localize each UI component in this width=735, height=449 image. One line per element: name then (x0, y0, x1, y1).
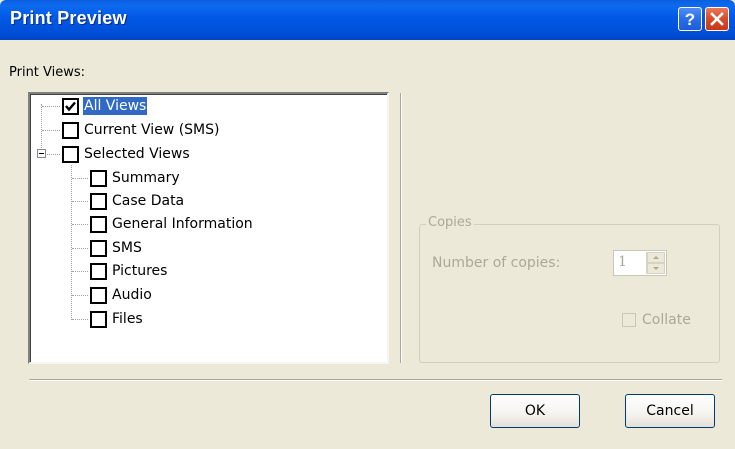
help-button[interactable]: ? (678, 7, 702, 31)
tree-item-pictures[interactable]: Pictures (90, 261, 168, 281)
checkbox-icon[interactable] (62, 121, 79, 139)
checkbox-icon[interactable] (90, 192, 107, 210)
copies-group-title: Copies (426, 215, 474, 230)
tree-item-files[interactable]: Files (90, 309, 144, 329)
tree-item-all-views[interactable]: All Views (62, 96, 148, 116)
tree-item-case-data[interactable]: Case Data (90, 191, 185, 211)
tree-item-current-view[interactable]: Current View (SMS) (62, 120, 220, 140)
checkbox-icon[interactable] (90, 239, 107, 257)
tree-item-audio[interactable]: Audio (90, 285, 153, 305)
checkbox-icon[interactable] (62, 145, 79, 163)
tree-line (72, 224, 88, 225)
checkbox-checked-icon[interactable] (62, 97, 79, 115)
tree-line (72, 178, 88, 179)
print-preview-dialog: Print Preview ? Print Views: All Views C… (0, 0, 735, 449)
copies-spinner[interactable]: 1 (613, 250, 667, 276)
checkbox-icon[interactable] (90, 215, 107, 233)
copies-group (419, 224, 720, 363)
collapse-toggle-icon[interactable] (37, 149, 46, 158)
window-title: Print Preview (10, 8, 127, 28)
tree-item-label: Audio (112, 287, 152, 303)
tree-line (72, 319, 88, 320)
checkbox-icon[interactable] (90, 262, 107, 280)
tree-item-label: Selected Views (84, 146, 190, 162)
tree-item-general-information[interactable]: General Information (90, 214, 254, 234)
checkbox-icon[interactable] (90, 310, 107, 328)
close-button[interactable] (705, 7, 729, 31)
collate-label: Collate (642, 312, 691, 328)
tree-item-label: SMS (112, 240, 142, 256)
checkbox-icon[interactable] (622, 313, 636, 327)
tree-item-label: Case Data (112, 193, 185, 209)
vertical-divider (400, 93, 402, 363)
tree-line (72, 271, 88, 272)
tree-item-label: General Information (112, 216, 253, 232)
spinner-up-button[interactable] (647, 252, 665, 263)
tree-item-label: Pictures (112, 263, 168, 279)
title-bar[interactable]: Print Preview ? (0, 0, 735, 40)
tree-line (72, 248, 88, 249)
copies-value: 1 (618, 254, 627, 270)
tree-item-label: Files (112, 311, 143, 327)
tree-line (41, 104, 42, 150)
tree-item-summary[interactable]: Summary (90, 168, 181, 188)
spinner-down-button[interactable] (647, 263, 665, 274)
close-icon (710, 12, 724, 26)
tree-line (42, 130, 60, 131)
ok-button[interactable]: OK (490, 394, 580, 428)
checkbox-icon[interactable] (90, 286, 107, 304)
checkbox-icon[interactable] (90, 169, 107, 187)
tree-item-label: All Views (83, 97, 148, 115)
spinner-buttons[interactable] (646, 252, 665, 274)
tree-line (71, 165, 72, 320)
tree-item-label: Summary (112, 170, 180, 186)
cancel-button[interactable]: Cancel (625, 394, 715, 428)
number-of-copies-label: Number of copies: (432, 255, 561, 271)
tree-line (72, 201, 88, 202)
print-views-label: Print Views: (9, 65, 86, 80)
arrow-up-icon (653, 256, 659, 259)
collate-checkbox[interactable]: Collate (622, 312, 691, 328)
horizontal-divider (29, 379, 722, 381)
tree-line (47, 154, 60, 155)
tree-line (42, 106, 60, 107)
tree-item-selected-views[interactable]: Selected Views (62, 144, 191, 164)
tree-line (72, 295, 88, 296)
tree-item-label: Current View (SMS) (84, 122, 220, 138)
help-icon: ? (684, 9, 696, 29)
tree-item-sms[interactable]: SMS (90, 238, 143, 258)
arrow-down-icon (653, 267, 659, 270)
